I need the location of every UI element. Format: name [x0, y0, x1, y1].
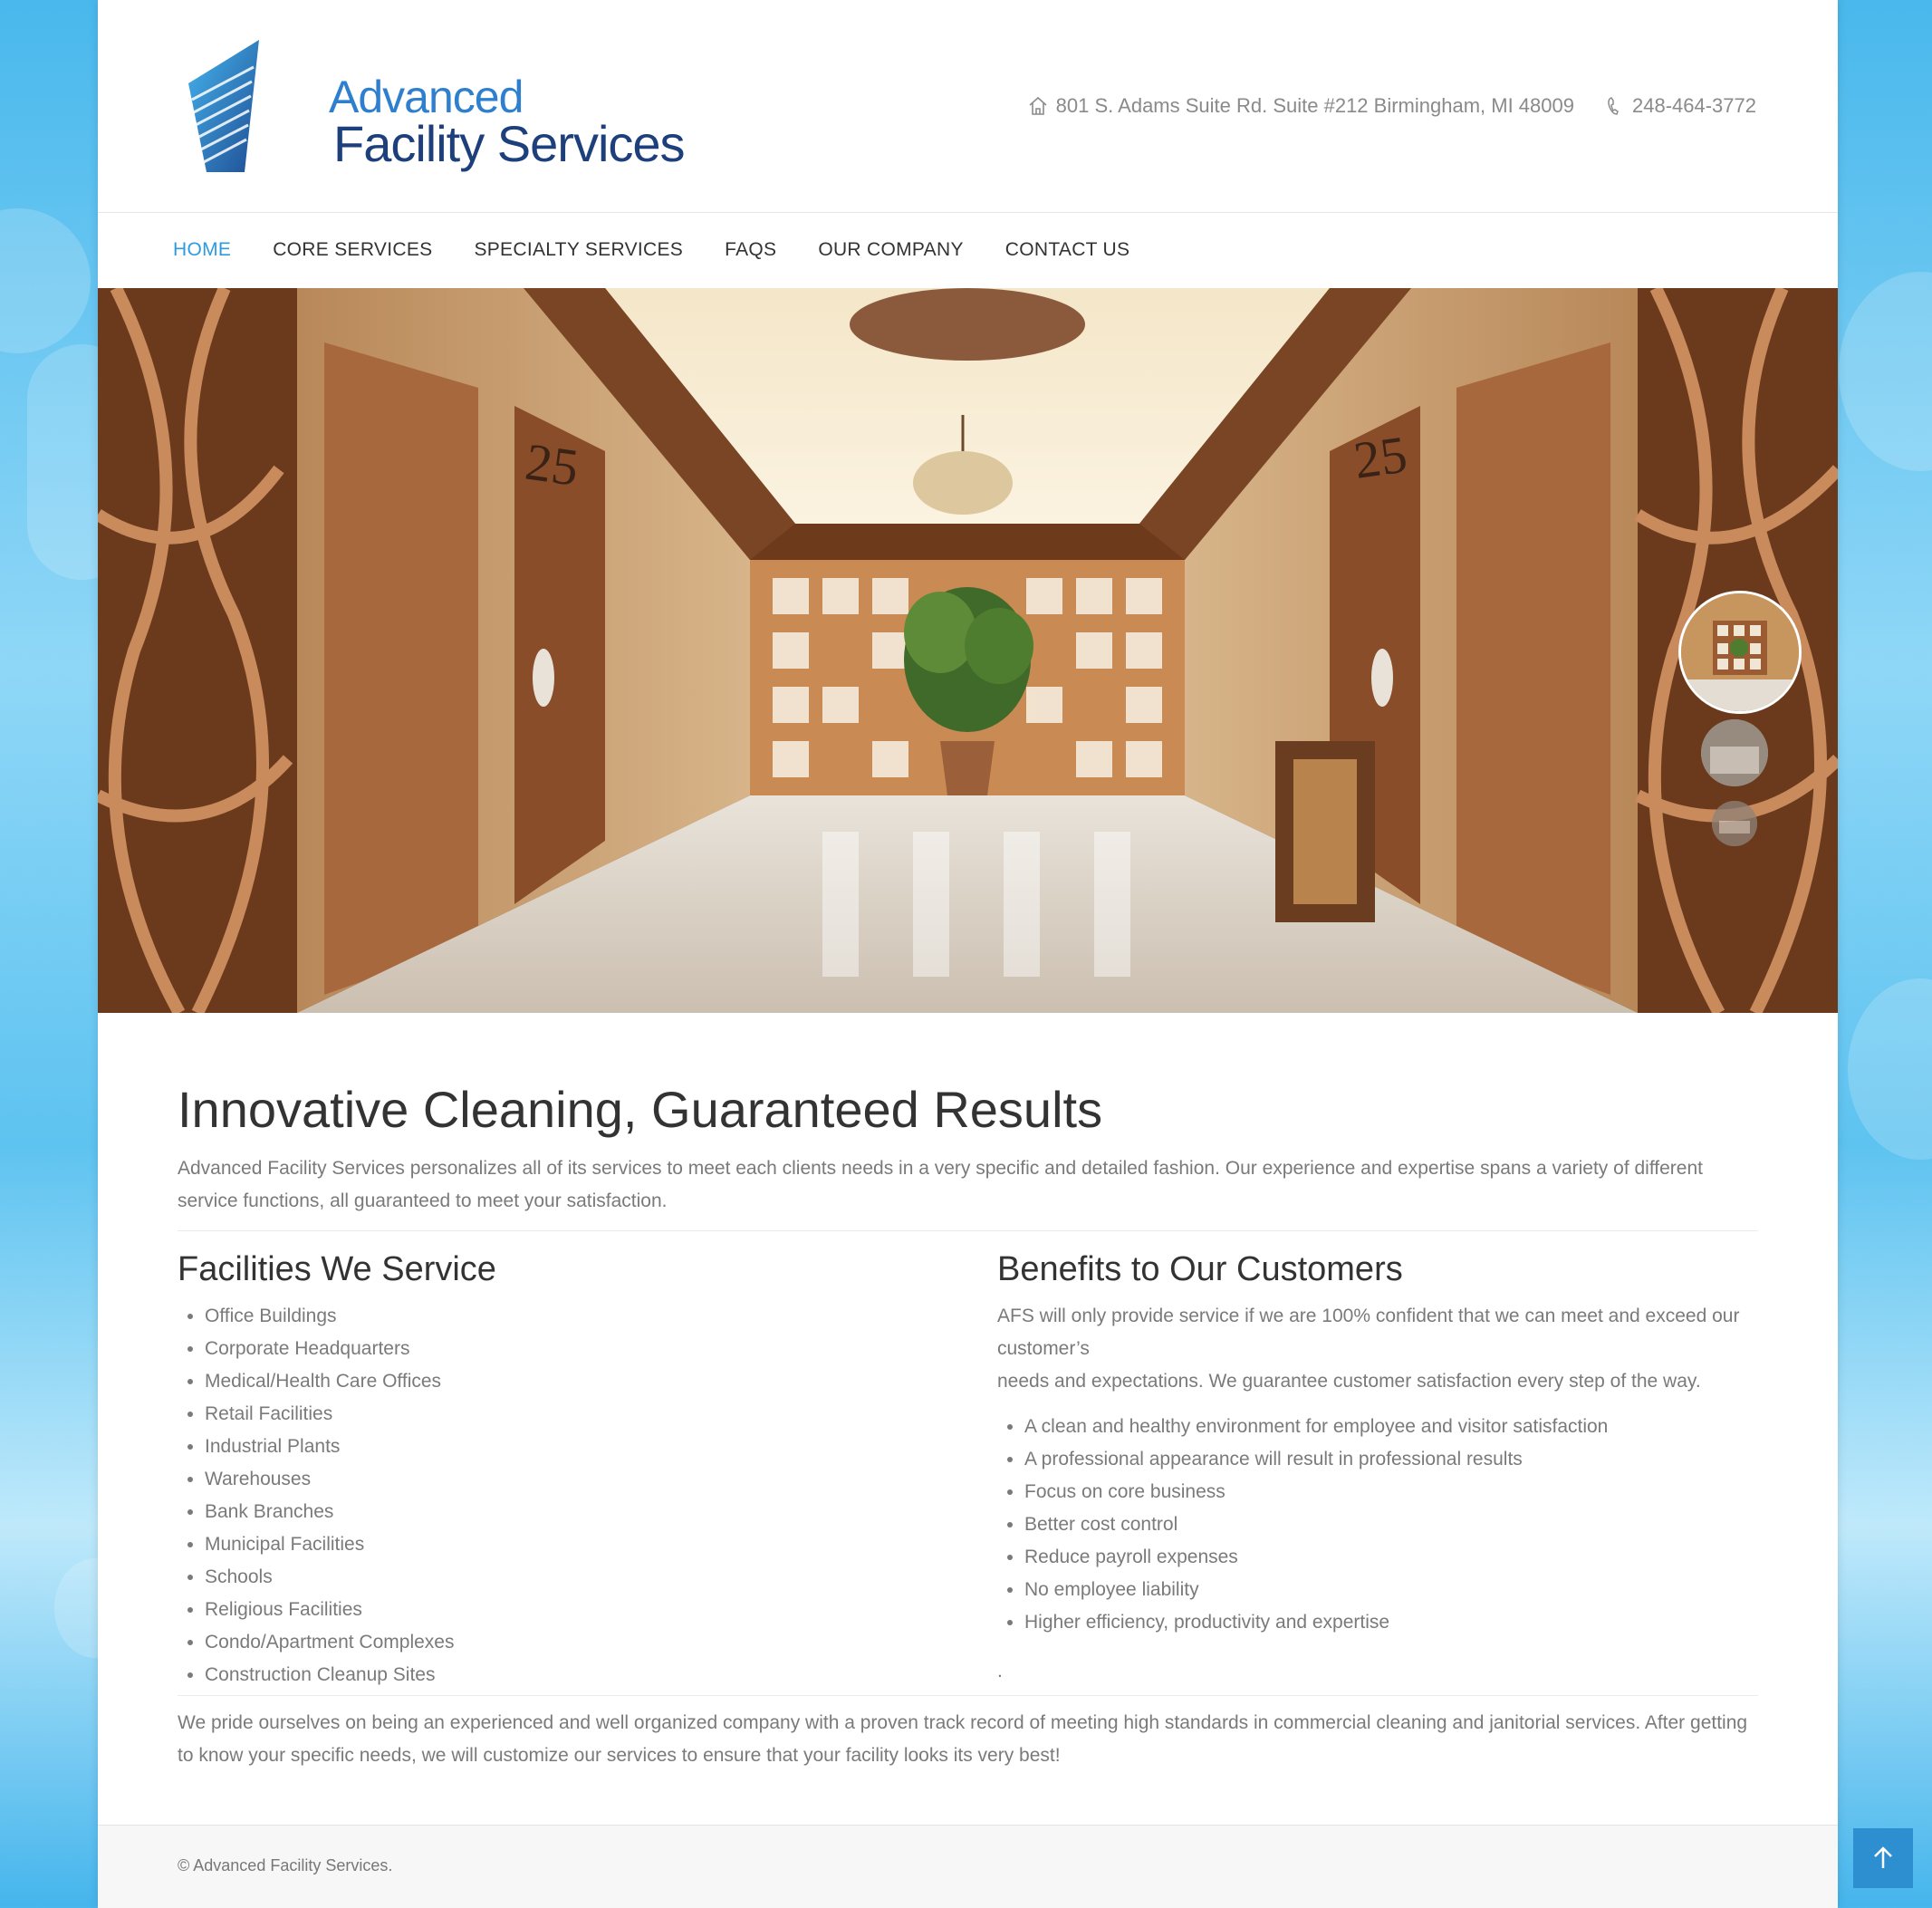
- nav-item-faqs[interactable]: FAQS: [725, 239, 776, 261]
- home-icon: [1027, 95, 1049, 117]
- slider-thumbnail-2[interactable]: [1701, 719, 1768, 786]
- list-item: Warehouses: [205, 1463, 997, 1496]
- page-title: Innovative Cleaning, Guaranteed Results: [178, 1081, 1103, 1138]
- phone-number[interactable]: 248-464-3772: [1632, 94, 1756, 118]
- background-bubble: [0, 208, 91, 353]
- floor-number-right: 25: [1350, 424, 1410, 489]
- list-item: Religious Facilities: [205, 1594, 997, 1626]
- hero-lobby-image: 25 25: [98, 288, 1838, 1013]
- list-item: Municipal Facilities: [205, 1528, 997, 1561]
- list-item: Office Buildings: [205, 1300, 997, 1333]
- nav-item-our-company[interactable]: OUR COMPANY: [818, 239, 963, 261]
- list-item: Better cost control: [1024, 1508, 1758, 1541]
- closing-paragraph: We pride ourselves on being an experienc…: [178, 1712, 1748, 1766]
- site-footer: © Advanced Facility Services.: [98, 1825, 1838, 1908]
- list-item: Industrial Plants: [205, 1431, 997, 1463]
- main-navigation: HOME CORE SERVICES SPECIALTY SERVICES FA…: [98, 213, 1838, 287]
- scroll-to-top-button[interactable]: [1853, 1828, 1913, 1888]
- list-item: Corporate Headquarters: [205, 1333, 997, 1365]
- page-container: Advanced Facility Services 801 S. Adams …: [98, 0, 1838, 1908]
- floor-number-left: 25: [522, 432, 582, 497]
- slider-thumbnail-3[interactable]: [1712, 801, 1757, 846]
- benefits-heading: Benefits to Our Customers: [997, 1250, 1403, 1288]
- list-item: Focus on core business: [1024, 1476, 1758, 1508]
- facilities-heading: Facilities We Service: [178, 1250, 496, 1288]
- arrow-up-icon: [1874, 1846, 1892, 1868]
- list-item: Reduce payroll expenses: [1024, 1541, 1758, 1574]
- background-bubble: [1848, 978, 1932, 1160]
- list-item: Schools: [205, 1561, 997, 1594]
- benefits-description: AFS will only provide service if we are …: [997, 1300, 1758, 1398]
- benefits-trailing-dot: .: [997, 1661, 1003, 1682]
- nav-item-contact-us[interactable]: CONTACT US: [1005, 239, 1130, 261]
- list-item: Bank Branches: [205, 1496, 997, 1528]
- list-item: A clean and healthy environment for empl…: [1024, 1411, 1758, 1443]
- benefits-text-line1: AFS will only provide service if we are …: [997, 1306, 1740, 1359]
- list-item: Retail Facilities: [205, 1398, 997, 1431]
- building-logo-icon: [188, 40, 259, 172]
- list-item: Higher efficiency, productivity and expe…: [1024, 1606, 1758, 1639]
- hero-slider: 25 25: [98, 288, 1838, 1013]
- list-item: Construction Cleanup Sites: [205, 1659, 997, 1691]
- nav-item-core-services[interactable]: CORE SERVICES: [273, 239, 432, 261]
- main-content: Innovative Cleaning, Guaranteed Results …: [178, 1078, 1758, 1772]
- header-contact: 801 S. Adams Suite Rd. Suite #212 Birmin…: [1027, 94, 1756, 118]
- benefits-column: Benefits to Our Customers AFS will only …: [997, 1231, 1758, 1691]
- phone-icon: [1603, 95, 1625, 117]
- benefits-list: A clean and healthy environment for empl…: [997, 1411, 1758, 1639]
- site-logo[interactable]: Advanced Facility Services: [179, 36, 686, 181]
- nav-item-specialty-services[interactable]: SPECIALTY SERVICES: [474, 239, 683, 261]
- intro-paragraph: Advanced Facility Services personalizes …: [178, 1158, 1703, 1211]
- site-header: Advanced Facility Services 801 S. Adams …: [98, 0, 1838, 213]
- nav-item-home[interactable]: HOME: [173, 239, 231, 261]
- address-text: 801 S. Adams Suite Rd. Suite #212 Birmin…: [1055, 94, 1574, 117]
- benefits-text-line2: needs and expectations. We guarantee cus…: [997, 1371, 1701, 1392]
- list-item: Condo/Apartment Complexes: [205, 1626, 997, 1659]
- slider-thumbnail-1[interactable]: [1678, 591, 1802, 714]
- facilities-list: Office Buildings Corporate Headquarters …: [178, 1300, 997, 1691]
- background-bubble: [1839, 272, 1932, 471]
- list-item: A professional appearance will result in…: [1024, 1443, 1758, 1476]
- copyright-text: © Advanced Facility Services.: [178, 1856, 393, 1874]
- divider: [178, 1695, 1758, 1696]
- two-column-section: Facilities We Service Office Buildings C…: [178, 1231, 1758, 1691]
- list-item: Medical/Health Care Offices: [205, 1365, 997, 1398]
- facilities-column: Facilities We Service Office Buildings C…: [178, 1231, 997, 1691]
- logo-text-facility-services: Facility Services: [333, 115, 686, 172]
- list-item: No employee liability: [1024, 1574, 1758, 1606]
